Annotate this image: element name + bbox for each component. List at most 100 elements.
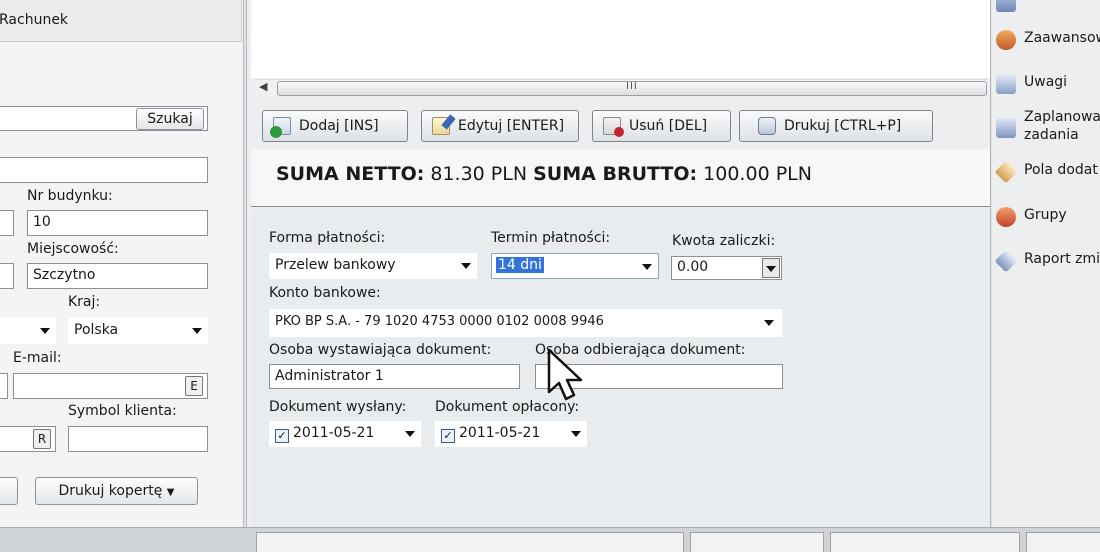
nr-budynku-label: Nr budynku:: [27, 188, 113, 204]
delete-button-label: Usuń [DEL]: [629, 118, 708, 134]
advance-amount-value: 0.00: [677, 259, 709, 275]
sidebar-item-raport-zmian[interactable]: Raport zmi: [994, 249, 1100, 273]
sidebar-item-zaawansowane[interactable]: Zaawansow: [996, 30, 1100, 50]
print-envelope-label: Drukuj kopertę: [58, 483, 163, 499]
scrollbar-thumb[interactable]: III: [277, 81, 987, 96]
bottom-bar: [0, 527, 1100, 552]
print-button-label: Drukuj [CTRL+P]: [784, 118, 902, 134]
email-label: E-mail:: [13, 350, 62, 366]
status-segment: [690, 532, 824, 552]
gross-total-value: 100.00 PLN: [703, 163, 812, 185]
dropdown-arrow-icon: ▼: [166, 487, 175, 498]
payment-term-select[interactable]: 14 dni: [491, 253, 659, 279]
postal-code-input[interactable]: [0, 263, 14, 289]
phone-input[interactable]: [0, 373, 8, 399]
sent-date-picker[interactable]: ✓ 2011-05-21: [269, 421, 421, 447]
miejscowosc-label: Miejscowość:: [27, 241, 119, 257]
sent-date-value: 2011-05-21: [293, 425, 375, 441]
country-value: Polska: [74, 322, 119, 338]
sidebar-item-pola-dodatkowe[interactable]: Pola dodat: [994, 160, 1098, 184]
payment-method-select[interactable]: Przelew bankowy: [269, 253, 477, 279]
termin-platnosci-label: Termin płatności:: [491, 230, 611, 246]
paid-date-value: 2011-05-21: [459, 425, 541, 441]
kwota-zaliczki-label: Kwota zaliczki:: [672, 233, 776, 249]
document-panel: ◀ III Dodaj [INS] Edytuj [ENTER] Usuń [D…: [246, 0, 991, 527]
paid-checkbox[interactable]: ✓: [441, 429, 455, 443]
kraj-label: Kraj:: [68, 294, 101, 310]
street-input[interactable]: [0, 157, 208, 183]
konto-bankowe-label: Konto bankowe:: [269, 285, 381, 301]
actions-sidebar: Zaawansow Uwagi Zaplanowa zadania Pola d…: [992, 0, 1100, 527]
payment-form: Forma płatności: Przelew bankowy Termin …: [251, 210, 990, 527]
bank-account-value: PKO BP S.A. - 79 1020 4753 0000 0102 000…: [275, 314, 604, 329]
horizontal-scrollbar[interactable]: ◀ III: [255, 79, 988, 96]
chevron-down-icon: [642, 264, 652, 270]
email-input[interactable]: [13, 373, 208, 399]
edit-button-label: Edytuj [ENTER]: [458, 118, 565, 134]
search-button[interactable]: Szukaj: [136, 108, 204, 130]
chevron-down-icon: [764, 320, 774, 326]
sent-checkbox[interactable]: ✓: [275, 429, 289, 443]
chevron-down-icon: [461, 263, 471, 269]
email-button[interactable]: E: [185, 376, 203, 396]
delete-button[interactable]: Usuń [DEL]: [592, 110, 731, 142]
forma-platnosci-label: Forma płatności:: [269, 230, 386, 246]
customer-symbol-input[interactable]: [68, 426, 208, 452]
add-button[interactable]: Dodaj [INS]: [262, 110, 408, 142]
printer-icon: [758, 117, 776, 135]
groups-icon: [996, 207, 1016, 227]
items-table[interactable]: [251, 0, 990, 78]
chevron-down-icon: [40, 328, 50, 334]
country-select[interactable]: Polska: [68, 318, 208, 344]
net-total-label: SUMA NETTO:: [276, 163, 425, 185]
sidebar-item-label: Raport zmi: [1024, 251, 1100, 267]
city-input[interactable]: Szczytno: [27, 263, 208, 289]
rachunek-item[interactable]: Rachunek: [0, 12, 68, 28]
edit-button[interactable]: Edytuj [ENTER]: [421, 110, 579, 142]
payment-term-value: 14 dni: [496, 257, 544, 273]
print-button[interactable]: Drukuj [CTRL+P]: [739, 110, 933, 142]
sidebar-item-zaplanowane-zadania[interactable]: Zaplanowa zadania: [996, 108, 1100, 144]
sidebar-item-label: Zaplanowa zadania: [1024, 109, 1100, 143]
edit-document-icon: [432, 114, 456, 135]
sidebar-item-label: Zaawansow: [1024, 30, 1100, 46]
issuer-input[interactable]: Administrator 1: [269, 364, 520, 389]
add-button-label: Dodaj [INS]: [299, 118, 379, 134]
sidebar-item-top[interactable]: [996, 0, 1024, 12]
osoba-wystawiajaca-label: Osoba wystawiająca dokument:: [269, 342, 492, 358]
left-action-button[interactable]: [0, 477, 18, 505]
sidebar-item-uwagi[interactable]: Uwagi: [996, 74, 1067, 94]
print-envelope-button[interactable]: Drukuj kopertę ▼: [35, 477, 198, 505]
paid-date-picker[interactable]: ✓ 2011-05-21: [435, 421, 587, 447]
chevron-down-icon: [766, 266, 776, 272]
notes-icon: [996, 74, 1016, 94]
list-icon: [996, 0, 1016, 12]
customer-panel: Rachunek Szukaj Nr budynku: 10 Miejscowo…: [0, 0, 244, 527]
scroll-left-icon[interactable]: ◀: [259, 80, 267, 93]
grip-icon: III: [626, 81, 638, 92]
add-document-icon: [270, 117, 291, 138]
status-segment: [1026, 532, 1100, 552]
tasks-icon: [996, 118, 1016, 138]
street-number-input[interactable]: [0, 210, 14, 236]
bank-account-select[interactable]: PKO BP S.A. - 79 1020 4753 0000 0102 000…: [269, 309, 782, 337]
users-icon: [996, 30, 1016, 50]
sidebar-item-label: Pola dodat: [1024, 162, 1098, 178]
sidebar-item-label: Uwagi: [1024, 74, 1068, 90]
payment-method-value: Przelew bankowy: [275, 257, 396, 273]
r-button[interactable]: R: [33, 429, 51, 449]
sidebar-item-grupy[interactable]: Grupy: [996, 207, 1067, 227]
mouse-cursor-icon: [547, 348, 583, 401]
advance-amount-dropdown[interactable]: [762, 258, 780, 278]
dokument-wyslany-label: Dokument wysłany:: [269, 399, 407, 415]
sidebar-item-label: Grupy: [1024, 207, 1067, 223]
gross-total-label: SUMA BRUTTO:: [533, 163, 698, 185]
symbol-klienta-label: Symbol klienta:: [68, 403, 177, 419]
advance-amount-input[interactable]: 0.00: [671, 256, 782, 280]
building-number-input[interactable]: 10: [27, 210, 208, 236]
delete-document-icon: [603, 117, 624, 137]
totals-bar: SUMA NETTO: 81.30 PLN SUMA BRUTTO: 100.0…: [251, 149, 990, 207]
report-icon: [994, 249, 1018, 273]
status-segment: [830, 532, 1020, 552]
region-select[interactable]: [0, 318, 56, 344]
